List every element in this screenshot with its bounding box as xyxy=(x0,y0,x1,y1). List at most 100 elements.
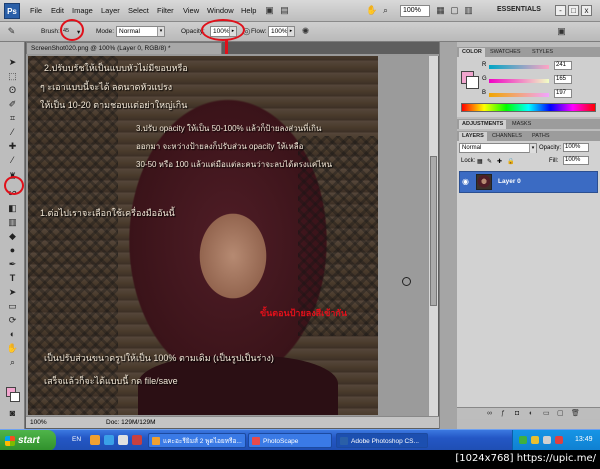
type-tool-icon[interactable]: T xyxy=(6,272,19,284)
workspace-switcher[interactable]: ESSENTIALS xyxy=(497,6,541,13)
tray-app-icon[interactable] xyxy=(531,436,539,444)
tab-swatches[interactable]: SWATCHES xyxy=(487,48,524,57)
b-value[interactable]: 197 xyxy=(554,89,572,98)
layer-row[interactable]: ◉ Layer 0 xyxy=(459,171,598,193)
background-color-swatch[interactable] xyxy=(10,392,20,402)
tab-adjustments[interactable]: ADJUSTMENTS xyxy=(459,120,507,129)
quick-select-icon[interactable]: ✐ xyxy=(6,98,19,110)
menu-view[interactable]: View xyxy=(183,6,199,15)
color-panel-background[interactable] xyxy=(466,76,479,89)
r-slider[interactable] xyxy=(489,65,549,69)
marquee-tool-icon[interactable]: ⬚ xyxy=(6,70,19,82)
gradient-tool-icon[interactable]: ▥ xyxy=(6,216,19,228)
dodge-tool-icon[interactable]: ● xyxy=(6,244,19,256)
tab-channels[interactable]: CHANNELS xyxy=(489,132,525,141)
path-select-icon[interactable]: ➤ xyxy=(6,286,19,298)
menu-file[interactable]: File xyxy=(30,6,42,15)
lock-position-icon[interactable]: ✚ xyxy=(497,158,502,165)
start-button[interactable]: start xyxy=(0,430,56,450)
zoom-tool-icon[interactable]: ⌕ xyxy=(380,5,391,16)
menu-layer[interactable]: Layer xyxy=(101,6,120,15)
lasso-tool-icon[interactable]: ʘ xyxy=(6,84,19,96)
brush-tool-icon[interactable]: ⁄ xyxy=(6,154,19,166)
menu-help[interactable]: Help xyxy=(241,6,256,15)
menu-edit[interactable]: Edit xyxy=(51,6,64,15)
show-desktop-icon[interactable] xyxy=(118,435,128,445)
eraser-tool-icon[interactable]: ◧ xyxy=(6,202,19,214)
document-tab[interactable]: ScreenShot020.png @ 100% (Layer 0, RGB/8… xyxy=(26,42,222,54)
flow-field[interactable]: 100% ▸ xyxy=(268,26,295,37)
tab-layers[interactable]: LAYERS xyxy=(459,132,487,141)
task-button-photoshop[interactable]: Adobe Photoshop CS... xyxy=(336,433,428,448)
mini-bridge-icon[interactable]: ▤ xyxy=(279,5,290,16)
close-button[interactable]: x xyxy=(581,5,592,16)
network-icon[interactable] xyxy=(519,436,527,444)
g-value[interactable]: 165 xyxy=(554,75,572,84)
new-group-icon[interactable]: ▭ xyxy=(543,410,551,418)
firefox-icon[interactable] xyxy=(90,435,100,445)
crop-tool-icon[interactable]: ⌗ xyxy=(6,112,19,124)
fill-field[interactable]: 100% xyxy=(563,156,589,165)
hand-tool-icon[interactable]: ✋ xyxy=(6,342,19,354)
zoom-level-field[interactable]: 100% xyxy=(400,5,430,17)
volume-icon[interactable] xyxy=(543,436,551,444)
healing-brush-icon[interactable]: ✚ xyxy=(6,140,19,152)
quicklaunch-app-icon[interactable] xyxy=(132,435,142,445)
airbrush-icon[interactable]: ✺ xyxy=(300,26,311,37)
menu-filter[interactable]: Filter xyxy=(157,6,174,15)
hand-tool-icon[interactable]: ✋ xyxy=(366,5,377,16)
r-value[interactable]: 241 xyxy=(554,61,572,70)
3d-orbit-icon[interactable]: ◐ xyxy=(6,328,19,340)
bridge-icon[interactable]: ▣ xyxy=(264,5,275,16)
brush-preset-icon[interactable]: ✎ xyxy=(6,26,17,37)
scrollbar-thumb[interactable] xyxy=(430,156,437,306)
3d-rotate-icon[interactable]: ⟳ xyxy=(6,314,19,326)
document-canvas[interactable]: 2.ปรับบรัชให้เป็นแบบหัวไม่มีขอบหรือ ๆ ะเ… xyxy=(28,56,378,415)
arrange-docs-icon[interactable]: ▦ xyxy=(435,5,446,16)
shape-tool-icon[interactable]: ▭ xyxy=(6,300,19,312)
visibility-eye-icon[interactable]: ◉ xyxy=(462,177,472,187)
adjustment-layer-icon[interactable]: ◐ xyxy=(529,410,537,418)
screen-mode-icon[interactable]: ▢ xyxy=(449,5,460,16)
lock-all-icon[interactable]: 🔒 xyxy=(507,158,514,165)
tab-styles[interactable]: STYLES xyxy=(529,48,556,57)
add-mask-icon[interactable]: ◘ xyxy=(515,410,523,418)
menu-image[interactable]: Image xyxy=(72,6,93,15)
blend-mode-value: Normal xyxy=(462,145,482,151)
move-tool-icon[interactable]: ➤ xyxy=(6,56,19,68)
status-zoom[interactable]: 100% xyxy=(30,419,47,426)
tab-paths[interactable]: PATHS xyxy=(529,132,553,141)
lock-pixels-icon[interactable]: ✎ xyxy=(487,158,492,165)
tab-masks[interactable]: MASKS xyxy=(509,120,534,129)
g-slider[interactable] xyxy=(489,79,549,83)
menu-window[interactable]: Window xyxy=(207,6,234,15)
mode-select[interactable]: Normal ▾ xyxy=(116,26,165,37)
quick-mask-icon[interactable]: ◙ xyxy=(6,407,19,419)
minimize-button[interactable]: - xyxy=(555,5,566,16)
lock-transparent-icon[interactable]: ▦ xyxy=(477,158,483,165)
ie-icon[interactable] xyxy=(104,435,114,445)
blur-tool-icon[interactable]: ◆ xyxy=(6,230,19,242)
menu-select[interactable]: Select xyxy=(128,6,149,15)
blend-mode-select[interactable]: Normal ▾ xyxy=(459,143,537,153)
color-spectrum-bar[interactable] xyxy=(461,103,596,112)
maximize-button[interactable]: □ xyxy=(568,5,579,16)
new-layer-icon[interactable]: ▢ xyxy=(557,410,565,418)
extras-icon[interactable]: ▥ xyxy=(463,5,474,16)
zoom-tool-icon[interactable]: ⌕ xyxy=(6,356,19,368)
tab-color[interactable]: COLOR xyxy=(459,48,485,57)
vertical-scrollbar[interactable] xyxy=(428,56,438,416)
security-icon[interactable] xyxy=(555,436,563,444)
layer-style-icon[interactable]: ƒ xyxy=(501,410,509,418)
pen-tool-icon[interactable]: ✒ xyxy=(6,258,19,270)
layer-opacity-field[interactable]: 100% xyxy=(563,143,589,152)
eyedropper-tool-icon[interactable]: ⁄ xyxy=(6,126,19,138)
brush-panel-icon[interactable]: ▣ xyxy=(556,26,567,37)
link-layers-icon[interactable]: ∞ xyxy=(487,410,495,418)
language-indicator[interactable]: EN xyxy=(72,436,81,443)
task-button-browser[interactable]: แคะอะรียิมส์ 2 พูดไอยหรือ... xyxy=(148,433,246,448)
b-slider[interactable] xyxy=(489,93,549,97)
task-button-photoscape[interactable]: PhotoScape xyxy=(248,433,332,448)
canvas-area[interactable]: 2.ปรับบรัชให้เป็นแบบหัวไม่มีขอบหรือ ๆ ะเ… xyxy=(26,56,430,416)
trash-icon[interactable]: 🗑 xyxy=(571,410,580,418)
